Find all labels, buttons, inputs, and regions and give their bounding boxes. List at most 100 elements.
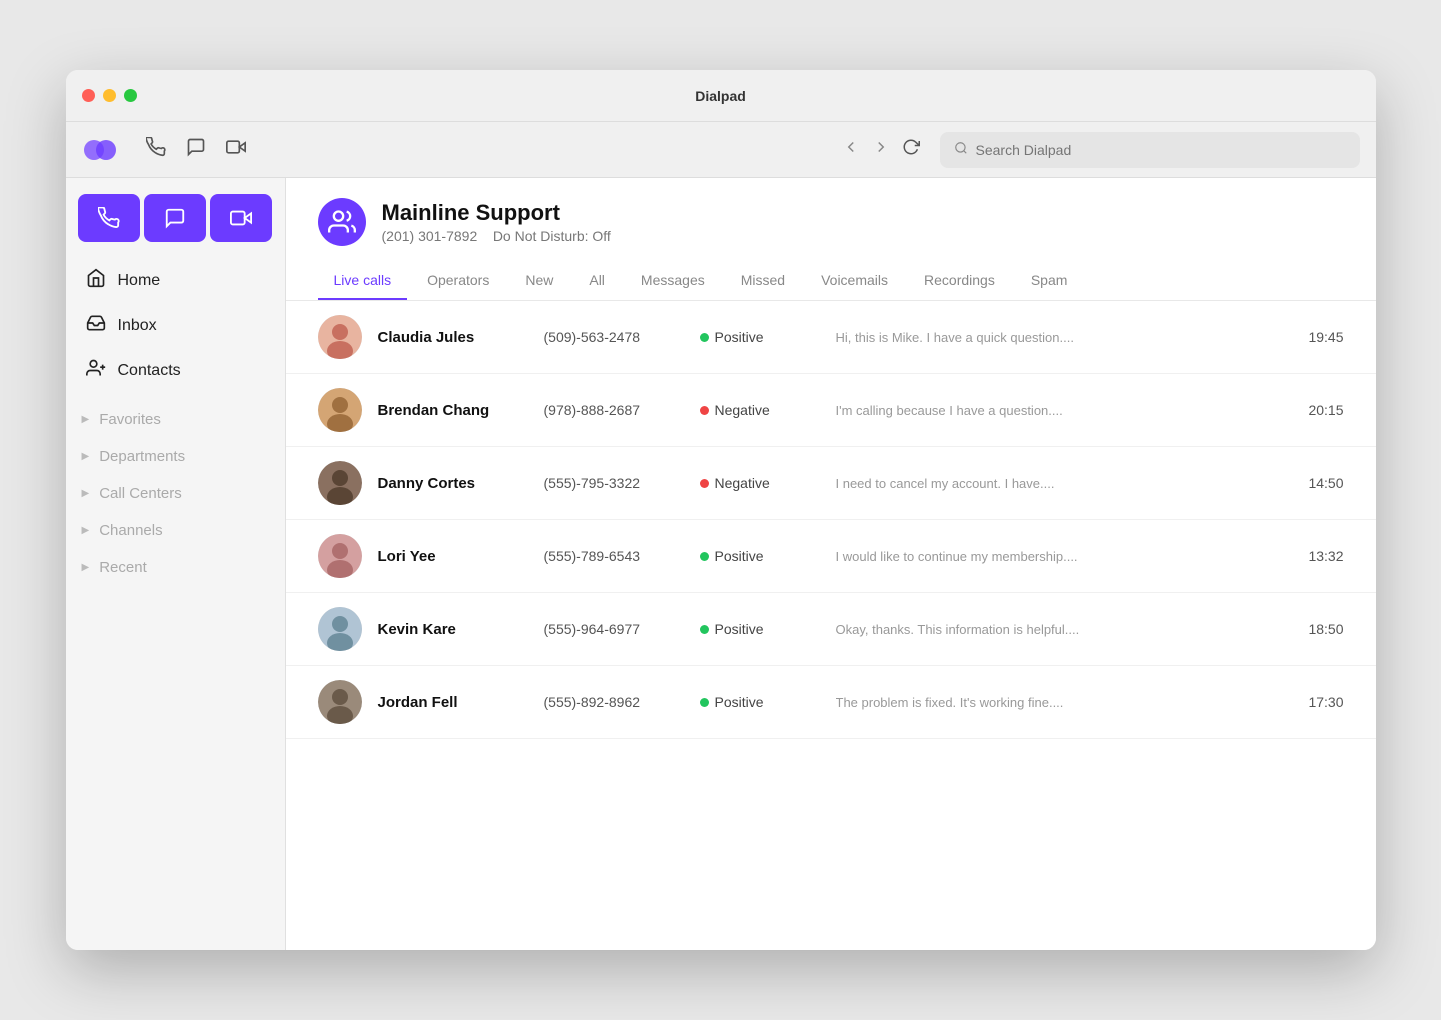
sidebar-item-channels[interactable]: ▶ Channels	[66, 512, 285, 549]
favorites-label: Favorites	[99, 411, 161, 428]
video-action-button[interactable]	[210, 194, 272, 242]
sidebar-sections: ▶ Favorites ▶ Departments ▶ Call Centers…	[66, 401, 285, 586]
call-name: Claudia Jules	[378, 329, 528, 346]
sidebar-item-inbox[interactable]: Inbox	[66, 303, 285, 348]
call-sentiment: Positive	[700, 621, 820, 637]
close-button[interactable]	[82, 89, 95, 102]
app-logo[interactable]	[82, 132, 118, 168]
call-phone: (978)-888-2687	[544, 402, 684, 418]
sidebar-item-favorites[interactable]: ▶ Favorites	[66, 401, 285, 438]
call-name: Kevin Kare	[378, 621, 528, 638]
search-bar[interactable]	[940, 132, 1360, 168]
sentiment-dot	[700, 406, 709, 415]
call-row[interactable]: Brendan Chang (978)-888-2687 Negative I'…	[286, 374, 1376, 447]
call-row[interactable]: Danny Cortes (555)-795-3322 Negative I n…	[286, 447, 1376, 520]
inbox-icon	[86, 313, 106, 338]
call-centers-label: Call Centers	[99, 485, 182, 502]
mainline-details: (201) 301-7892 Do Not Disturb: Off	[382, 228, 611, 244]
navbar	[66, 122, 1376, 178]
call-time: 17:30	[1308, 694, 1343, 710]
call-phone: (555)-964-6977	[544, 621, 684, 637]
message-action-button[interactable]	[144, 194, 206, 242]
call-row[interactable]: Lori Yee (555)-789-6543 Positive I would…	[286, 520, 1376, 593]
sentiment-label: Positive	[715, 621, 764, 637]
tab-live-calls[interactable]: Live calls	[318, 262, 408, 300]
tab-voicemails[interactable]: Voicemails	[805, 262, 904, 300]
header-info: Mainline Support (201) 301-7892 Do Not D…	[382, 200, 611, 244]
back-button[interactable]	[842, 138, 860, 161]
call-preview: Hi, this is Mike. I have a quick questio…	[836, 330, 1277, 345]
call-avatar	[318, 388, 362, 432]
sidebar-item-call-centers[interactable]: ▶ Call Centers	[66, 475, 285, 512]
sidebar-item-home[interactable]: Home	[66, 258, 285, 303]
call-time: 14:50	[1308, 475, 1343, 491]
call-avatar	[318, 607, 362, 651]
call-time: 13:32	[1308, 548, 1343, 564]
sentiment-dot	[700, 479, 709, 488]
app-window: Dialpad	[66, 70, 1376, 950]
sentiment-label: Negative	[715, 402, 770, 418]
call-row[interactable]: Jordan Fell (555)-892-8962 Positive The …	[286, 666, 1376, 739]
sentiment-label: Positive	[715, 329, 764, 345]
departments-label: Departments	[99, 448, 185, 465]
mainline-avatar	[318, 198, 366, 246]
call-avatar	[318, 315, 362, 359]
search-input[interactable]	[976, 142, 1346, 158]
chevron-right-icon: ▶	[82, 525, 90, 536]
sentiment-label: Positive	[715, 548, 764, 564]
window-title: Dialpad	[695, 88, 746, 104]
call-name: Jordan Fell	[378, 694, 528, 711]
sentiment-dot	[700, 625, 709, 634]
call-sentiment: Positive	[700, 694, 820, 710]
refresh-button[interactable]	[902, 138, 920, 161]
tab-messages[interactable]: Messages	[625, 262, 721, 300]
call-avatar	[318, 534, 362, 578]
call-time: 20:15	[1308, 402, 1343, 418]
sidebar-item-contacts[interactable]: Contacts	[66, 348, 285, 393]
call-list: Claudia Jules (509)-563-2478 Positive Hi…	[286, 301, 1376, 950]
phone-nav-icon[interactable]	[146, 137, 166, 162]
contacts-icon	[86, 358, 106, 383]
call-action-button[interactable]	[78, 194, 140, 242]
sidebar-item-departments[interactable]: ▶ Departments	[66, 438, 285, 475]
search-icon	[954, 141, 968, 158]
tab-all[interactable]: All	[573, 262, 621, 300]
tab-new[interactable]: New	[509, 262, 569, 300]
call-name: Brendan Chang	[378, 402, 528, 419]
call-avatar	[318, 461, 362, 505]
maximize-button[interactable]	[124, 89, 137, 102]
call-name: Danny Cortes	[378, 475, 528, 492]
main-area: Home Inbox	[66, 178, 1376, 950]
minimize-button[interactable]	[103, 89, 116, 102]
call-sentiment: Negative	[700, 475, 820, 491]
call-avatar	[318, 680, 362, 724]
call-preview: I would like to continue my membership..…	[836, 549, 1277, 564]
content-area: Mainline Support (201) 301-7892 Do Not D…	[286, 178, 1376, 950]
sidebar-actions	[66, 178, 285, 250]
tab-missed[interactable]: Missed	[725, 262, 801, 300]
sentiment-label: Negative	[715, 475, 770, 491]
forward-button[interactable]	[872, 138, 890, 161]
call-phone: (555)-795-3322	[544, 475, 684, 491]
tab-spam[interactable]: Spam	[1015, 262, 1084, 300]
video-nav-icon[interactable]	[226, 137, 246, 162]
chat-nav-icon[interactable]	[186, 137, 206, 162]
sentiment-dot	[700, 698, 709, 707]
call-preview: The problem is fixed. It's working fine.…	[836, 695, 1277, 710]
call-row[interactable]: Claudia Jules (509)-563-2478 Positive Hi…	[286, 301, 1376, 374]
call-preview: I need to cancel my account. I have....	[836, 476, 1277, 491]
tab-bar: Live callsOperatorsNewAllMessagesMissedV…	[318, 262, 1344, 300]
tab-recordings[interactable]: Recordings	[908, 262, 1011, 300]
sidebar-item-label-contacts: Contacts	[118, 362, 181, 380]
call-sentiment: Negative	[700, 402, 820, 418]
chevron-right-icon: ▶	[82, 488, 90, 499]
call-phone: (555)-789-6543	[544, 548, 684, 564]
call-name: Lori Yee	[378, 548, 528, 565]
traffic-lights	[82, 89, 137, 102]
sidebar-item-recent[interactable]: ▶ Recent	[66, 549, 285, 586]
tab-operators[interactable]: Operators	[411, 262, 505, 300]
chevron-right-icon: ▶	[82, 451, 90, 462]
call-phone: (555)-892-8962	[544, 694, 684, 710]
call-row[interactable]: Kevin Kare (555)-964-6977 Positive Okay,…	[286, 593, 1376, 666]
call-preview: I'm calling because I have a question...…	[836, 403, 1277, 418]
